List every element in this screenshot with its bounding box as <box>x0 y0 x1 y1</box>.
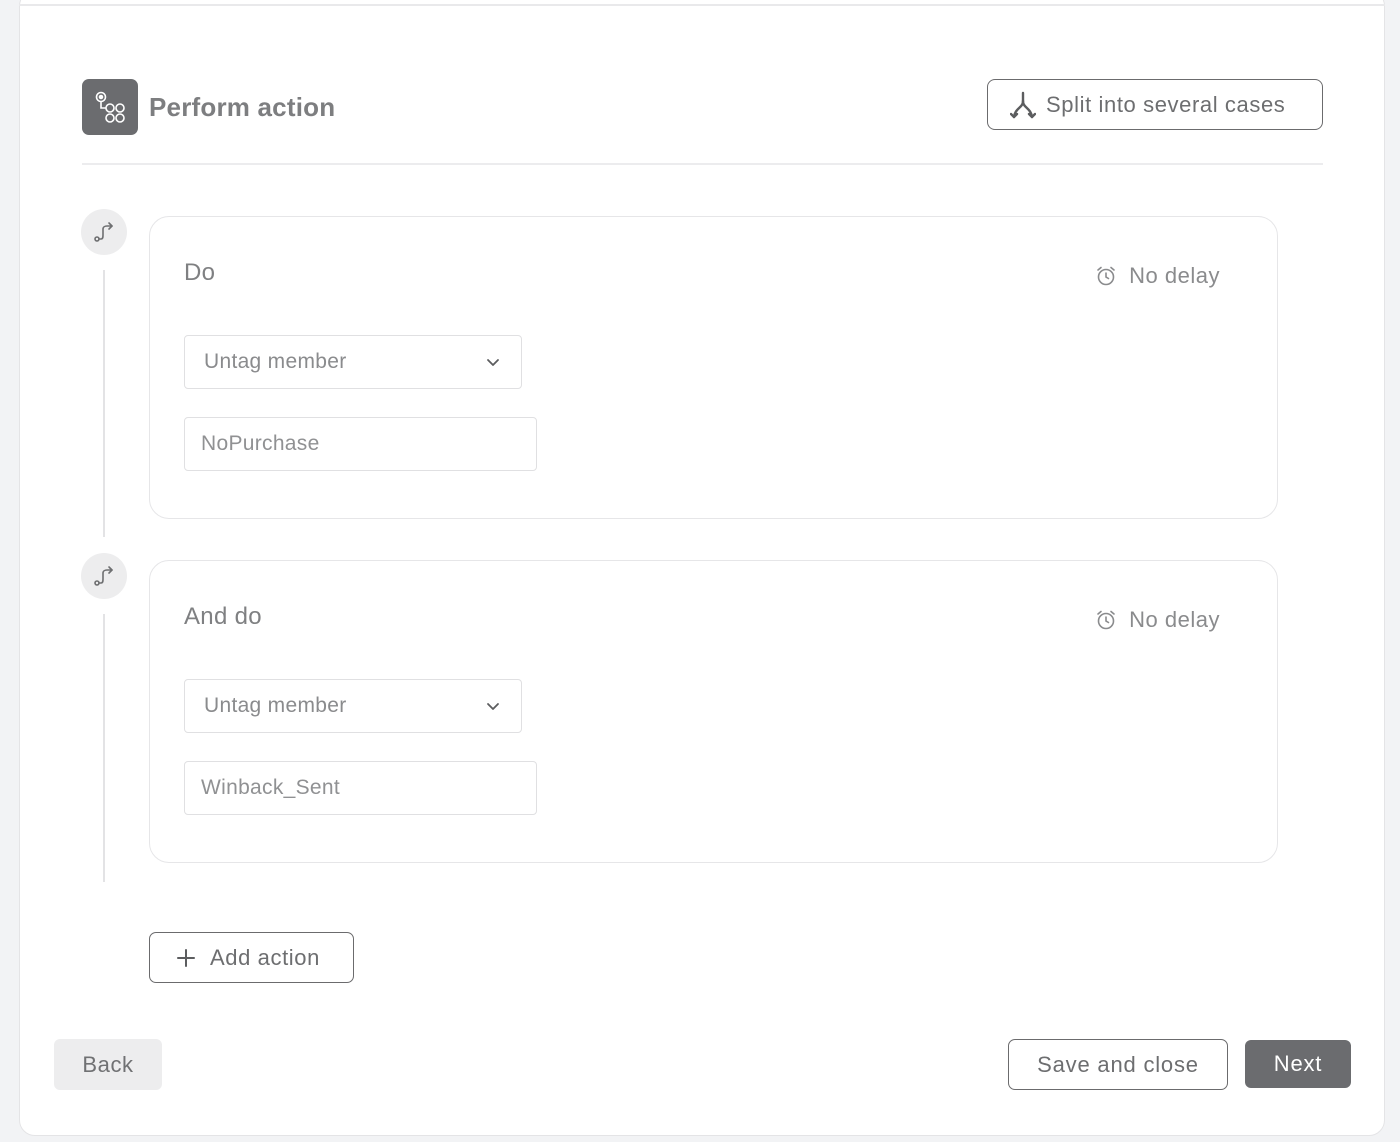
action-card-title: Do <box>184 259 216 286</box>
add-action-button[interactable]: Add action <box>149 932 354 983</box>
page-title: Perform action <box>149 92 336 122</box>
tag-input[interactable] <box>184 761 537 815</box>
action-type-value: Untag member <box>204 350 347 373</box>
save-and-close-button[interactable]: Save and close <box>1008 1039 1228 1090</box>
step-route-icon <box>81 209 127 255</box>
delay-label: No delay <box>1129 263 1220 288</box>
split-cases-label: Split into several cases <box>1046 91 1286 117</box>
delay-setting[interactable]: No delay <box>1095 263 1220 289</box>
split-cases-button[interactable]: Split into several cases <box>987 79 1323 130</box>
alarm-clock-icon <box>1097 610 1115 630</box>
section-header: Perform action Split into several cases <box>82 79 1323 135</box>
plus-icon <box>177 948 195 967</box>
chevron-down-icon <box>487 359 499 366</box>
action-type-select[interactable]: Untag member <box>184 335 522 389</box>
tag-input[interactable] <box>184 417 537 471</box>
next-button[interactable]: Next <box>1245 1040 1351 1088</box>
back-button[interactable]: Back <box>54 1039 162 1090</box>
chevron-down-icon <box>487 703 499 710</box>
step-route-icon <box>81 553 127 599</box>
delay-label: No delay <box>1129 607 1220 632</box>
top-divider <box>19 4 1385 6</box>
header-divider <box>82 163 1323 165</box>
action-card-title: And do <box>184 603 262 630</box>
action-card: And do No delay Untag member <box>149 560 1278 863</box>
step-connector <box>103 614 105 882</box>
action-card: Do No delay Untag member <box>149 216 1278 519</box>
workflow-icon <box>82 79 138 135</box>
step-connector <box>103 270 105 537</box>
add-action-label: Add action <box>210 944 320 970</box>
split-icon <box>1010 91 1036 118</box>
action-type-value: Untag member <box>204 694 347 717</box>
alarm-clock-icon <box>1097 266 1115 286</box>
delay-setting[interactable]: No delay <box>1095 607 1220 633</box>
action-type-select[interactable]: Untag member <box>184 679 522 733</box>
